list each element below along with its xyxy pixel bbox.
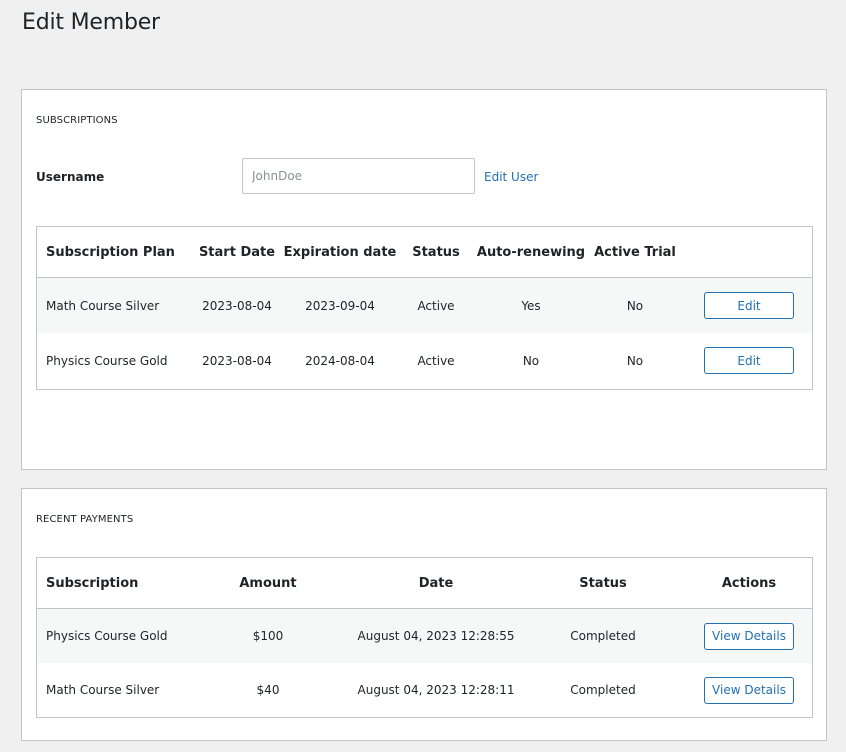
subscription-plan-cell: Physics Course Gold xyxy=(46,353,168,368)
edit-user-link[interactable]: Edit User xyxy=(484,170,538,184)
column-header-subscription: Subscription xyxy=(46,575,139,591)
subscription-cell: Math Course Silver xyxy=(46,683,160,697)
column-header-amount: Amount xyxy=(239,575,297,591)
column-header-active-trial: Active Trial xyxy=(594,244,676,260)
status-cell: Completed xyxy=(570,629,636,643)
subscriptions-section-title: SUBSCRIPTIONS xyxy=(36,115,118,126)
page-title: Edit Member xyxy=(22,10,160,35)
expiration-date-cell: 2023-09-04 xyxy=(305,298,375,313)
active-trial-cell: No xyxy=(626,353,644,368)
column-header-status: Status xyxy=(579,575,627,591)
amount-cell: $40 xyxy=(256,683,280,697)
status-cell: Completed xyxy=(570,683,636,697)
actions-cell: View Details xyxy=(704,609,794,663)
edit-cell: Edit xyxy=(704,333,794,388)
actions-cell: View Details xyxy=(704,663,794,717)
view-details-button[interactable]: View Details xyxy=(704,622,794,650)
edit-subscription-button[interactable]: Edit xyxy=(704,347,794,374)
column-header-expiration-date: Expiration date xyxy=(283,244,397,260)
view-details-button[interactable]: View Details xyxy=(704,676,794,704)
start-date-cell: 2023-08-04 xyxy=(202,298,272,313)
column-header-subscription-plan: Subscription Plan xyxy=(46,244,175,260)
expiration-date-cell: 2024-08-04 xyxy=(305,353,375,368)
column-header-date: Date xyxy=(418,575,454,591)
username-field[interactable] xyxy=(242,158,475,194)
date-cell: August 04, 2023 12:28:11 xyxy=(357,683,515,697)
recent-payments-card: RECENT PAYMENTS Subscription Amount Date… xyxy=(21,488,827,741)
table-row: Physics Course Gold $100 August 04, 2023… xyxy=(37,609,812,663)
subscriptions-table: Subscription Plan Start Date Expiration … xyxy=(36,226,813,390)
subscriptions-card: SUBSCRIPTIONS Username Edit User Subscri… xyxy=(21,89,827,470)
payments-table: Subscription Amount Date Status Actions … xyxy=(36,557,813,718)
edit-subscription-button[interactable]: Edit xyxy=(704,292,794,319)
payments-table-header: Subscription Amount Date Status Actions xyxy=(37,558,812,609)
status-cell: Active xyxy=(417,353,455,368)
subscriptions-table-header: Subscription Plan Start Date Expiration … xyxy=(37,227,812,278)
start-date-cell: 2023-08-04 xyxy=(202,353,272,368)
column-header-start-date: Start Date xyxy=(198,244,276,260)
auto-renewing-cell: No xyxy=(522,353,540,368)
subscription-plan-cell: Math Course Silver xyxy=(46,298,160,313)
subscription-cell: Physics Course Gold xyxy=(46,629,168,643)
recent-payments-section-title: RECENT PAYMENTS xyxy=(36,514,134,525)
column-header-actions: Actions xyxy=(721,575,777,591)
table-row: Math Course Silver $40 August 04, 2023 1… xyxy=(37,663,812,717)
date-cell: August 04, 2023 12:28:55 xyxy=(357,629,515,643)
auto-renewing-cell: Yes xyxy=(521,298,541,313)
column-header-auto-renewing: Auto-renewing xyxy=(476,244,586,260)
edit-cell: Edit xyxy=(704,278,794,333)
status-cell: Active xyxy=(417,298,455,313)
amount-cell: $100 xyxy=(252,629,284,643)
table-row: Physics Course Gold 2023-08-04 2024-08-0… xyxy=(37,333,812,388)
column-header-status: Status xyxy=(412,244,460,260)
username-label: Username xyxy=(36,170,105,184)
active-trial-cell: No xyxy=(626,298,644,313)
table-row: Math Course Silver 2023-08-04 2023-09-04… xyxy=(37,278,812,333)
